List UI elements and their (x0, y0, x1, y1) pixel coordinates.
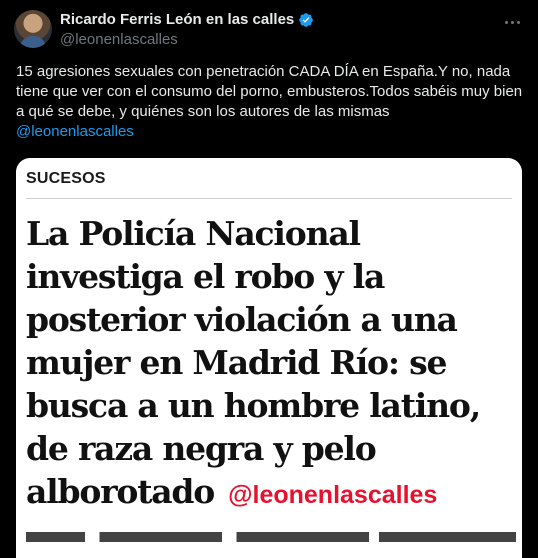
tweet-body: 15 agresiones sexuales con penetración C… (16, 63, 523, 120)
author-handle[interactable]: @leonenlascalles (60, 31, 178, 48)
author-name-line[interactable]: Ricardo Ferris León en las calles (60, 11, 314, 28)
tweet-text: 15 agresiones sexuales con penetración C… (16, 62, 526, 142)
article-section-label: SUCESOS (26, 170, 106, 187)
article-divider (26, 198, 512, 199)
article-headline-text: La Policía Nacional investiga el robo y … (26, 214, 481, 511)
image-watermark: @leonenlascalles (228, 481, 438, 509)
tweet-header: Ricardo Ferris León en las calles @leone… (14, 10, 524, 50)
avatar[interactable] (14, 10, 52, 48)
more-options-icon[interactable] (502, 12, 522, 32)
tweet-media-image[interactable]: SUCESOS La Policía Nacional investiga el… (16, 158, 522, 558)
verified-badge-icon (299, 12, 314, 27)
article-headline: La Policía Nacional investiga el robo y … (26, 212, 516, 517)
author-name[interactable]: Ricardo Ferris León en las calles (60, 11, 294, 28)
tweet-mention-link[interactable]: @leonenlascalles (16, 122, 526, 142)
